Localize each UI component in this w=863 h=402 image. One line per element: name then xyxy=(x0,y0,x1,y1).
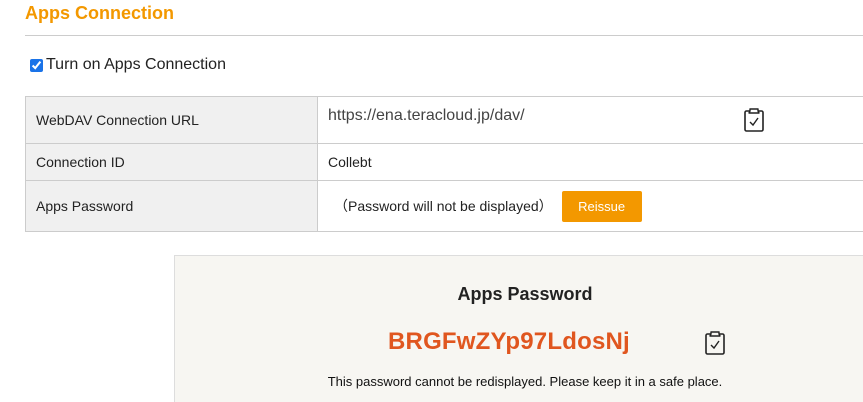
clipboard-check-icon[interactable] xyxy=(743,107,765,133)
section-title: Apps Connection xyxy=(25,3,174,23)
clipboard-check-icon[interactable] xyxy=(704,330,726,356)
apps-connection-page: Apps Connection Turn on Apps Connection … xyxy=(0,0,863,402)
password-hidden-note: （Password will not be displayed） xyxy=(334,198,553,214)
table-row: WebDAV Connection URL https://ena.teracl… xyxy=(25,96,863,144)
table-row: Apps Password （Password will not be disp… xyxy=(25,180,863,232)
connection-id-value: Collebt xyxy=(317,143,863,181)
webdav-url-cell: https://ena.teracloud.jp/dav/ xyxy=(317,96,863,144)
table-row: Connection ID Collebt xyxy=(25,143,863,181)
generated-password[interactable]: BRGFwZYp97LdosNj xyxy=(388,328,630,356)
settings-table: WebDAV Connection URL https://ena.teracl… xyxy=(25,96,863,232)
reissue-button[interactable]: Reissue xyxy=(561,190,642,222)
new-password-panel: Apps Password BRGFwZYp97LdosNj This pass… xyxy=(174,255,863,402)
apps-password-label: Apps Password xyxy=(25,180,318,232)
apps-connection-toggle-label: Turn on Apps Connection xyxy=(46,56,226,73)
password-warning: This password cannot be redisplayed. Ple… xyxy=(327,374,723,389)
webdav-url-label: WebDAV Connection URL xyxy=(25,96,318,144)
connection-id-label: Connection ID xyxy=(25,143,318,181)
apps-connection-checkbox[interactable] xyxy=(30,58,43,72)
password-panel-title: Apps Password xyxy=(457,284,593,304)
apps-connection-toggle[interactable]: Turn on Apps Connection xyxy=(28,56,226,74)
title-divider xyxy=(25,35,863,36)
webdav-url-value: https://ena.teracloud.jp/dav/ xyxy=(328,107,525,124)
apps-password-cell: （Password will not be displayed） Reissue xyxy=(317,180,863,232)
